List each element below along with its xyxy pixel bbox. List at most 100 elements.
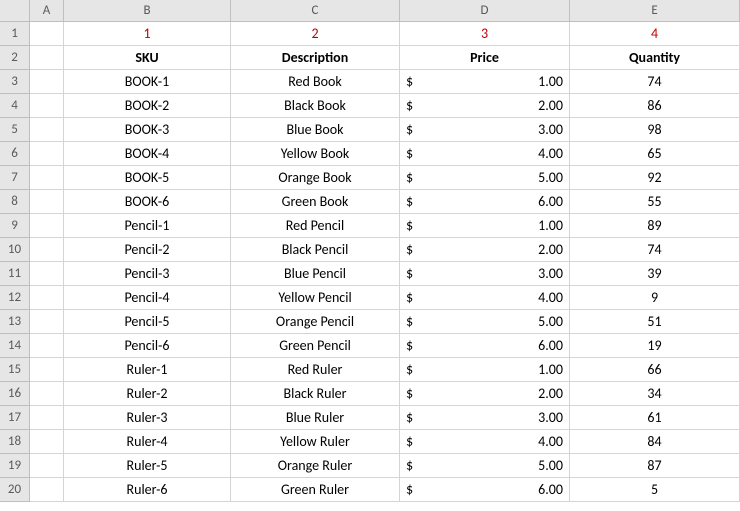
cell-C5[interactable]: Blue Book (231, 118, 400, 142)
column-header-A[interactable]: A (30, 0, 64, 22)
row-header-8[interactable]: 8 (0, 190, 30, 214)
row-header-7[interactable]: 7 (0, 166, 30, 190)
cell-B9[interactable]: Pencil-1 (64, 214, 231, 238)
cell-D7[interactable]: $5.00 (400, 166, 570, 190)
cell-E18[interactable]: 84 (570, 430, 740, 454)
cell-E12[interactable]: 9 (570, 286, 740, 310)
cell-A20[interactable] (30, 478, 64, 502)
cell-A11[interactable] (30, 262, 64, 286)
row-header-6[interactable]: 6 (0, 142, 30, 166)
select-all-corner[interactable] (0, 0, 30, 22)
cell-E11[interactable]: 39 (570, 262, 740, 286)
cell-A9[interactable] (30, 214, 64, 238)
column-header-D[interactable]: D (400, 0, 570, 22)
cell-E19[interactable]: 87 (570, 454, 740, 478)
cell-A3[interactable] (30, 70, 64, 94)
cell-E13[interactable]: 51 (570, 310, 740, 334)
cell-D18[interactable]: $4.00 (400, 430, 570, 454)
cell-D11[interactable]: $3.00 (400, 262, 570, 286)
cell-A4[interactable] (30, 94, 64, 118)
cell-A7[interactable] (30, 166, 64, 190)
row-header-11[interactable]: 11 (0, 262, 30, 286)
cell-E9[interactable]: 89 (570, 214, 740, 238)
cell-B7[interactable]: BOOK-5 (64, 166, 231, 190)
cell-A8[interactable] (30, 190, 64, 214)
cell-B5[interactable]: BOOK-3 (64, 118, 231, 142)
cell-A12[interactable] (30, 286, 64, 310)
cell-D2[interactable]: Price (400, 46, 570, 70)
spreadsheet-grid[interactable]: ABCDE112342SKUDescriptionPriceQuantity3B… (0, 0, 740, 502)
row-header-15[interactable]: 15 (0, 358, 30, 382)
cell-E7[interactable]: 92 (570, 166, 740, 190)
cell-D9[interactable]: $1.00 (400, 214, 570, 238)
cell-A18[interactable] (30, 430, 64, 454)
cell-C10[interactable]: Black Pencil (231, 238, 400, 262)
cell-D8[interactable]: $6.00 (400, 190, 570, 214)
cell-C18[interactable]: Yellow Ruler (231, 430, 400, 454)
cell-E5[interactable]: 98 (570, 118, 740, 142)
cell-C8[interactable]: Green Book (231, 190, 400, 214)
row-header-5[interactable]: 5 (0, 118, 30, 142)
cell-B8[interactable]: BOOK-6 (64, 190, 231, 214)
cell-B15[interactable]: Ruler-1 (64, 358, 231, 382)
row-header-14[interactable]: 14 (0, 334, 30, 358)
cell-D10[interactable]: $2.00 (400, 238, 570, 262)
cell-E2[interactable]: Quantity (570, 46, 740, 70)
row-header-3[interactable]: 3 (0, 70, 30, 94)
cell-A6[interactable] (30, 142, 64, 166)
cell-E4[interactable]: 86 (570, 94, 740, 118)
cell-E10[interactable]: 74 (570, 238, 740, 262)
cell-D17[interactable]: $3.00 (400, 406, 570, 430)
cell-C4[interactable]: Black Book (231, 94, 400, 118)
row-header-18[interactable]: 18 (0, 430, 30, 454)
cell-B10[interactable]: Pencil-2 (64, 238, 231, 262)
cell-C9[interactable]: Red Pencil (231, 214, 400, 238)
cell-E8[interactable]: 55 (570, 190, 740, 214)
cell-B17[interactable]: Ruler-3 (64, 406, 231, 430)
cell-A16[interactable] (30, 382, 64, 406)
cell-C3[interactable]: Red Book (231, 70, 400, 94)
cell-C6[interactable]: Yellow Book (231, 142, 400, 166)
cell-C16[interactable]: Black Ruler (231, 382, 400, 406)
row-header-20[interactable]: 20 (0, 478, 30, 502)
cell-D1[interactable]: 3 (400, 22, 570, 46)
cell-A2[interactable] (30, 46, 64, 70)
row-header-2[interactable]: 2 (0, 46, 30, 70)
cell-C19[interactable]: Orange Ruler (231, 454, 400, 478)
row-header-17[interactable]: 17 (0, 406, 30, 430)
row-header-13[interactable]: 13 (0, 310, 30, 334)
cell-B19[interactable]: Ruler-5 (64, 454, 231, 478)
cell-D13[interactable]: $5.00 (400, 310, 570, 334)
row-header-4[interactable]: 4 (0, 94, 30, 118)
cell-D16[interactable]: $2.00 (400, 382, 570, 406)
cell-B20[interactable]: Ruler-6 (64, 478, 231, 502)
cell-B11[interactable]: Pencil-3 (64, 262, 231, 286)
cell-D20[interactable]: $6.00 (400, 478, 570, 502)
cell-A15[interactable] (30, 358, 64, 382)
cell-D12[interactable]: $4.00 (400, 286, 570, 310)
row-header-10[interactable]: 10 (0, 238, 30, 262)
cell-B6[interactable]: BOOK-4 (64, 142, 231, 166)
cell-A10[interactable] (30, 238, 64, 262)
cell-A17[interactable] (30, 406, 64, 430)
cell-E17[interactable]: 61 (570, 406, 740, 430)
cell-C11[interactable]: Blue Pencil (231, 262, 400, 286)
cell-A13[interactable] (30, 310, 64, 334)
cell-D19[interactable]: $5.00 (400, 454, 570, 478)
cell-B4[interactable]: BOOK-2 (64, 94, 231, 118)
cell-C7[interactable]: Orange Book (231, 166, 400, 190)
cell-D6[interactable]: $4.00 (400, 142, 570, 166)
cell-A19[interactable] (30, 454, 64, 478)
cell-D5[interactable]: $3.00 (400, 118, 570, 142)
cell-C1[interactable]: 2 (231, 22, 400, 46)
cell-D4[interactable]: $2.00 (400, 94, 570, 118)
cell-D15[interactable]: $1.00 (400, 358, 570, 382)
cell-C13[interactable]: Orange Pencil (231, 310, 400, 334)
cell-E14[interactable]: 19 (570, 334, 740, 358)
cell-E20[interactable]: 5 (570, 478, 740, 502)
column-header-B[interactable]: B (64, 0, 231, 22)
cell-B3[interactable]: BOOK-1 (64, 70, 231, 94)
cell-B13[interactable]: Pencil-5 (64, 310, 231, 334)
cell-B16[interactable]: Ruler-2 (64, 382, 231, 406)
cell-C15[interactable]: Red Ruler (231, 358, 400, 382)
